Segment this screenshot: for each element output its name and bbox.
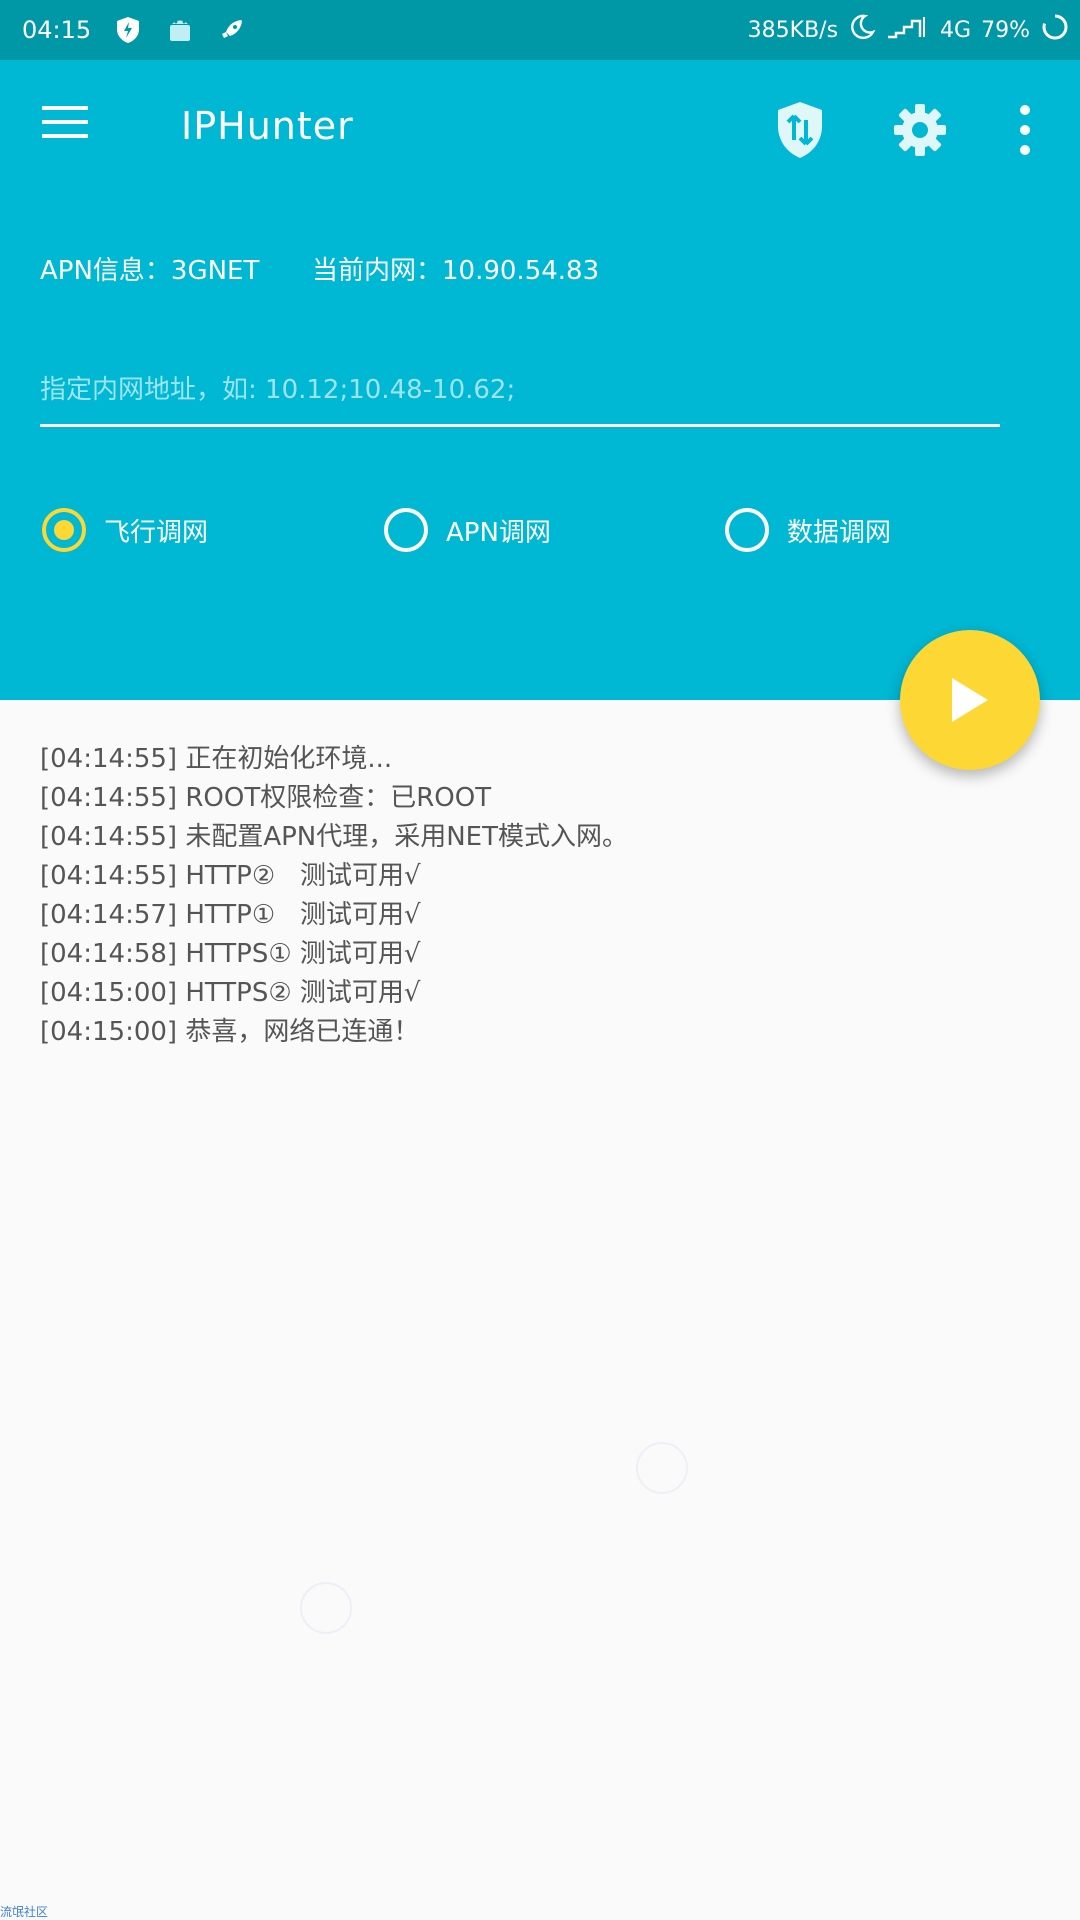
log-line: [04:14:55] 正在初始化环境...: [40, 744, 393, 774]
android-icon: [165, 15, 195, 45]
radio-data-mode[interactable]: 数据调网: [725, 508, 891, 552]
menu-button[interactable]: [40, 104, 100, 154]
more-vert-icon: [1020, 105, 1030, 155]
intranet-range-input[interactable]: [40, 360, 1000, 420]
signal-icon: [886, 13, 930, 47]
network-info: APN信息：3GNET 当前内网：10.90.54.83: [40, 250, 599, 287]
log-line: [04:14:55] ROOT权限检查：已ROOT: [40, 783, 492, 813]
watermark-text: 流氓社区: [0, 1905, 49, 1919]
radio-label: 数据调网: [787, 517, 892, 548]
radio-unchecked-icon: [384, 508, 428, 552]
radio-label: APN调网: [446, 517, 551, 548]
apn-info: APN信息：3GNET: [40, 256, 260, 286]
mode-radio-group: 飞行调网 APN调网 数据调网: [0, 508, 1080, 578]
status-bar: 04:15 385KB/s 4G 79%: [0, 0, 1080, 60]
shield-arrows-icon: [778, 102, 822, 158]
decorative-circle: [636, 1442, 688, 1494]
status-time: 04:15: [22, 16, 92, 44]
header-panel: IPHunter APN信息：3GNET 当前内网：10.90.54.83 指定…: [0, 60, 1080, 700]
battery-level: 79%: [981, 17, 1030, 43]
intranet-ip: 当前内网：10.90.54.83: [312, 256, 600, 286]
log-panel: [04:14:55] 正在初始化环境... [04:14:55] ROOT权限检…: [40, 740, 1020, 1052]
radio-label: 飞行调网: [104, 517, 209, 548]
log-line: [04:14:55] 未配置APN代理，采用NET模式入网。: [40, 822, 628, 852]
menu-icon: [42, 106, 88, 138]
intranet-range-field: [40, 360, 1000, 427]
radio-airplane-mode[interactable]: 飞行调网: [42, 508, 208, 552]
settings-button[interactable]: [892, 102, 948, 158]
radio-checked-icon: [42, 508, 86, 552]
play-icon: [952, 678, 988, 722]
radio-apn-mode[interactable]: APN调网: [384, 508, 551, 552]
app-title: IPHunter: [181, 104, 354, 148]
network-type: 4G: [940, 17, 972, 43]
battery-ring-icon: [1040, 12, 1070, 48]
rocket-icon: [217, 15, 247, 45]
vpn-shield-button[interactable]: [774, 100, 826, 160]
log-line: [04:14:57] HTTP① 测试可用√: [40, 900, 421, 930]
gear-icon: [894, 104, 946, 156]
radio-unchecked-icon: [725, 508, 769, 552]
net-speed: 385KB/s: [747, 17, 839, 43]
moon-icon: [848, 13, 876, 47]
log-line: [04:15:00] 恭喜，网络已连通！: [40, 1017, 420, 1047]
log-line: [04:14:58] HTTPS① 测试可用√: [40, 939, 421, 969]
toolbar: IPHunter: [0, 60, 1080, 200]
log-line: [04:15:00] HTTPS② 测试可用√: [40, 978, 421, 1008]
overflow-menu-button[interactable]: [1005, 102, 1045, 158]
shield-bolt-icon: [113, 15, 143, 45]
log-line: [04:14:55] HTTP② 测试可用√: [40, 861, 421, 891]
decorative-circle: [300, 1582, 352, 1634]
